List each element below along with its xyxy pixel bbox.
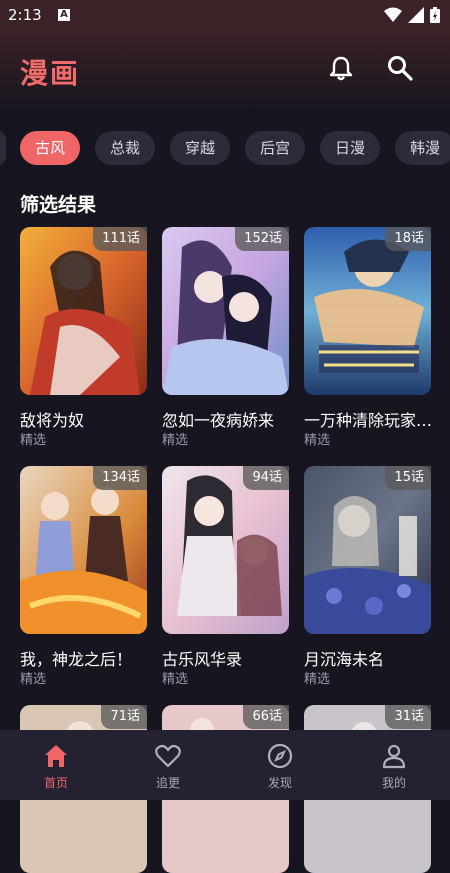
card-subtitle: 精选 xyxy=(20,672,47,687)
battery-icon xyxy=(430,7,440,23)
tab-gufeng[interactable]: 古风 xyxy=(20,131,80,165)
tab-chuanyue[interactable]: 穿越 xyxy=(170,131,230,165)
nav-home-label: 首页 xyxy=(43,776,68,790)
cover-image xyxy=(20,227,147,395)
card-title: 古乐风华录 xyxy=(162,650,243,669)
card-subtitle: 精选 xyxy=(162,672,189,687)
app-header: 漫画 xyxy=(0,30,450,110)
episode-badge: 71话 xyxy=(101,705,147,729)
episode-badge: 152话 xyxy=(235,227,289,251)
tab-zongcai[interactable]: 总裁 xyxy=(95,131,155,165)
nav-follow-label: 追更 xyxy=(155,776,180,790)
cover-image xyxy=(20,466,147,634)
episode-badge: 66话 xyxy=(243,705,289,729)
bottom-nav: 首页 追更 发现 我的 xyxy=(0,730,450,800)
nav-profile[interactable]: 我的 xyxy=(338,730,450,800)
card-title: 我，神龙之后！ xyxy=(20,650,133,669)
card-title: 一万种清除玩家的方法 xyxy=(304,411,434,430)
bell-icon[interactable] xyxy=(327,54,355,82)
cover-image xyxy=(304,227,431,395)
heart-icon xyxy=(155,744,181,768)
cover-image xyxy=(162,227,289,395)
signal-icon xyxy=(408,7,424,23)
section-title: 筛选结果 xyxy=(20,194,97,216)
page-title: 漫画 xyxy=(20,57,81,90)
notification-icon: A xyxy=(58,9,70,21)
episode-badge: 15话 xyxy=(385,466,431,490)
status-bar: 2:13 A xyxy=(0,0,450,30)
card-subtitle: 精选 xyxy=(304,672,331,687)
episode-badge: 134话 xyxy=(93,466,147,490)
episode-badge: 111话 xyxy=(93,227,147,251)
search-icon[interactable] xyxy=(386,54,414,82)
home-icon xyxy=(45,745,67,767)
card-title: 月沉海未名 xyxy=(304,650,385,669)
cover-image xyxy=(304,466,431,634)
nav-profile-label: 我的 xyxy=(381,776,406,790)
card-title: 敌将为奴 xyxy=(20,411,85,430)
category-tabs: 古风 总裁 穿越 后宫 日漫 韩漫 xyxy=(0,131,450,165)
card-subtitle: 精选 xyxy=(20,433,47,448)
tab-riman[interactable]: 日漫 xyxy=(320,131,380,165)
status-icons xyxy=(384,7,440,23)
card-title: 忽如一夜病娇来 xyxy=(162,411,275,430)
nav-home[interactable]: 首页 xyxy=(0,730,112,800)
nav-discover-label: 发现 xyxy=(267,776,292,790)
cover-image xyxy=(162,466,289,634)
nav-follow[interactable]: 追更 xyxy=(112,730,224,800)
nav-discover[interactable]: 发现 xyxy=(224,730,336,800)
tab-hanman[interactable]: 韩漫 xyxy=(395,131,450,165)
profile-icon xyxy=(382,744,406,769)
tab-hougong[interactable]: 后宫 xyxy=(245,131,305,165)
tab-overflow-left[interactable] xyxy=(0,131,6,165)
status-time: 2:13 xyxy=(8,6,42,24)
episode-badge: 94话 xyxy=(243,466,289,490)
episode-badge: 31话 xyxy=(385,705,431,729)
card-subtitle: 精选 xyxy=(304,433,331,448)
episode-badge: 18话 xyxy=(385,227,431,251)
card-subtitle: 精选 xyxy=(162,433,189,448)
wifi-icon xyxy=(384,7,402,22)
compass-icon xyxy=(267,743,293,769)
